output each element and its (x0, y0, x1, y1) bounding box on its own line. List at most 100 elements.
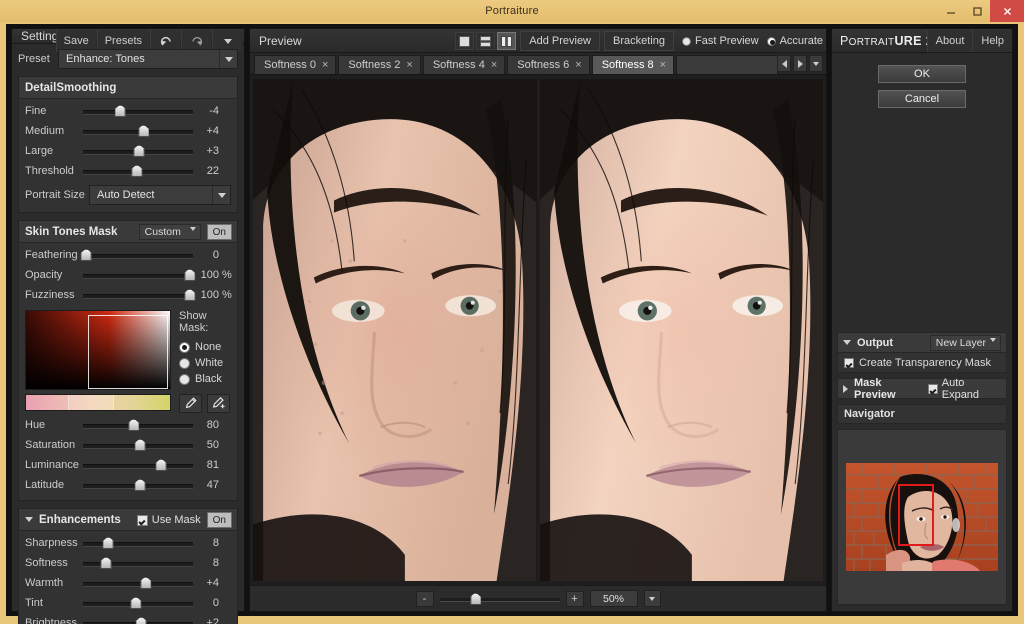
slider-handle[interactable] (140, 577, 151, 589)
slider-handle[interactable] (115, 105, 126, 117)
skin-mask-toggle[interactable]: On (207, 224, 232, 240)
zoom-slider-handle[interactable] (470, 593, 481, 605)
checkbox-icon[interactable] (137, 515, 148, 526)
slider-track-feathering[interactable] (83, 248, 193, 262)
radio-show-mask-black[interactable]: Black (179, 371, 231, 387)
close-icon[interactable]: × (406, 59, 412, 71)
tab-softness-8[interactable]: Softness 8 × (592, 55, 674, 74)
chevron-down-icon[interactable] (212, 186, 230, 204)
slider-track-saturation[interactable] (83, 438, 193, 452)
zoom-in-button[interactable]: + (566, 591, 584, 607)
tab-softness-4[interactable]: Softness 4 × (423, 55, 505, 74)
hue-range-marker[interactable] (68, 395, 114, 410)
slider-track-hue[interactable] (83, 418, 193, 432)
maximize-button[interactable] (964, 0, 990, 22)
slider-handle[interactable] (131, 165, 142, 177)
close-icon[interactable]: × (491, 59, 497, 71)
about-button[interactable]: About (927, 30, 973, 52)
slider-handle[interactable] (101, 557, 112, 569)
output-header[interactable]: Output New Layer (837, 332, 1007, 353)
horizontal-split-view-button[interactable] (476, 32, 495, 50)
slider-handle[interactable] (135, 439, 146, 451)
slider-track-warmth[interactable] (83, 576, 193, 590)
radio-show-mask-none[interactable]: None (179, 339, 231, 355)
chevron-down-icon[interactable] (990, 342, 996, 354)
radio-accurate[interactable]: Accurate (767, 35, 823, 47)
navigator-thumbnail[interactable] (846, 463, 998, 571)
create-transparency-mask-row[interactable]: Create Transparency Mask (837, 353, 1007, 373)
slider-track-sharpness[interactable] (83, 536, 193, 550)
radio-icon[interactable] (179, 342, 190, 353)
detail-smoothing-header[interactable]: DetailSmoothing (19, 77, 237, 99)
checkbox-icon[interactable] (928, 384, 938, 394)
navigator-thumbnail-box[interactable] (837, 429, 1007, 605)
help-button[interactable]: Help (972, 30, 1012, 52)
slider-track-opacity[interactable] (83, 268, 193, 282)
preview-before-image[interactable] (253, 79, 537, 581)
radio-icon[interactable] (767, 37, 776, 46)
slider-track-tint[interactable] (83, 596, 193, 610)
zoom-slider-track[interactable] (440, 592, 560, 606)
slider-handle[interactable] (128, 419, 139, 431)
use-mask-checkbox[interactable]: Use Mask (137, 514, 201, 526)
close-button[interactable] (990, 0, 1024, 22)
enhancements-header[interactable]: Enhancements Use Mask On (19, 509, 237, 531)
preset-select[interactable]: Enhance: Tones (58, 49, 238, 69)
auto-expand-checkbox[interactable]: Auto Expand (928, 377, 1001, 401)
preview-image-area[interactable] (250, 75, 826, 585)
zoom-out-button[interactable]: - (416, 591, 434, 607)
slider-handle[interactable] (138, 125, 149, 137)
close-icon[interactable]: × (322, 59, 328, 71)
slider-handle[interactable] (130, 597, 141, 609)
tab-prev-button[interactable] (777, 55, 791, 72)
ok-button[interactable]: OK (878, 65, 966, 83)
eyedropper-add-icon[interactable] (207, 394, 230, 413)
tab-list-chevron-down-icon[interactable] (809, 55, 823, 72)
slider-track-medium[interactable] (83, 124, 193, 138)
radio-icon[interactable] (179, 374, 190, 385)
close-icon[interactable]: × (575, 59, 581, 71)
chevron-down-icon[interactable] (190, 231, 196, 243)
slider-track-fuzziness[interactable] (83, 288, 193, 302)
slider-track-brightness[interactable] (83, 616, 193, 624)
single-view-button[interactable] (455, 32, 474, 50)
tab-softness-0[interactable]: Softness 0 × (254, 55, 336, 74)
checkbox-icon[interactable] (844, 358, 854, 368)
color-field[interactable] (25, 310, 171, 390)
close-icon[interactable]: × (660, 59, 666, 71)
output-mode-select[interactable]: New Layer (930, 335, 1001, 351)
tab-softness-6[interactable]: Softness 6 × (507, 55, 589, 74)
zoom-level-value[interactable]: 50% (590, 590, 638, 607)
slider-handle[interactable] (136, 617, 147, 624)
vertical-split-view-button[interactable] (497, 32, 516, 50)
slider-track-softness[interactable] (83, 556, 193, 570)
caret-down-icon[interactable] (25, 517, 33, 522)
slider-track-threshold[interactable] (83, 164, 193, 178)
slider-handle[interactable] (156, 459, 167, 471)
cancel-button[interactable]: Cancel (878, 90, 966, 108)
minimize-button[interactable] (938, 0, 964, 22)
slider-track-luminance[interactable] (83, 458, 193, 472)
radio-fast-preview[interactable]: Fast Preview (682, 35, 759, 47)
caret-down-icon[interactable] (843, 340, 851, 345)
hue-strip[interactable] (25, 394, 171, 411)
slider-handle[interactable] (135, 479, 146, 491)
radio-icon[interactable] (682, 37, 691, 46)
navigator-crop-rectangle[interactable] (898, 484, 934, 546)
zoom-chevron-down-icon[interactable] (644, 590, 661, 607)
preview-after-image[interactable] (540, 79, 824, 581)
eyedropper-icon[interactable] (179, 394, 202, 413)
chevron-down-icon[interactable] (219, 50, 237, 68)
slider-handle[interactable] (134, 145, 145, 157)
slider-handle[interactable] (81, 249, 92, 261)
skin-tones-mask-header[interactable]: Skin Tones Mask Custom On (19, 221, 237, 243)
caret-right-icon[interactable] (843, 385, 848, 393)
slider-track-fine[interactable] (83, 104, 193, 118)
radio-icon[interactable] (179, 358, 190, 369)
radio-show-mask-white[interactable]: White (179, 355, 231, 371)
slider-handle[interactable] (103, 537, 114, 549)
slider-track-large[interactable] (83, 144, 193, 158)
slider-track-latitude[interactable] (83, 478, 193, 492)
add-preview-button[interactable]: Add Preview (520, 31, 600, 51)
bracketing-button[interactable]: Bracketing (604, 31, 674, 51)
